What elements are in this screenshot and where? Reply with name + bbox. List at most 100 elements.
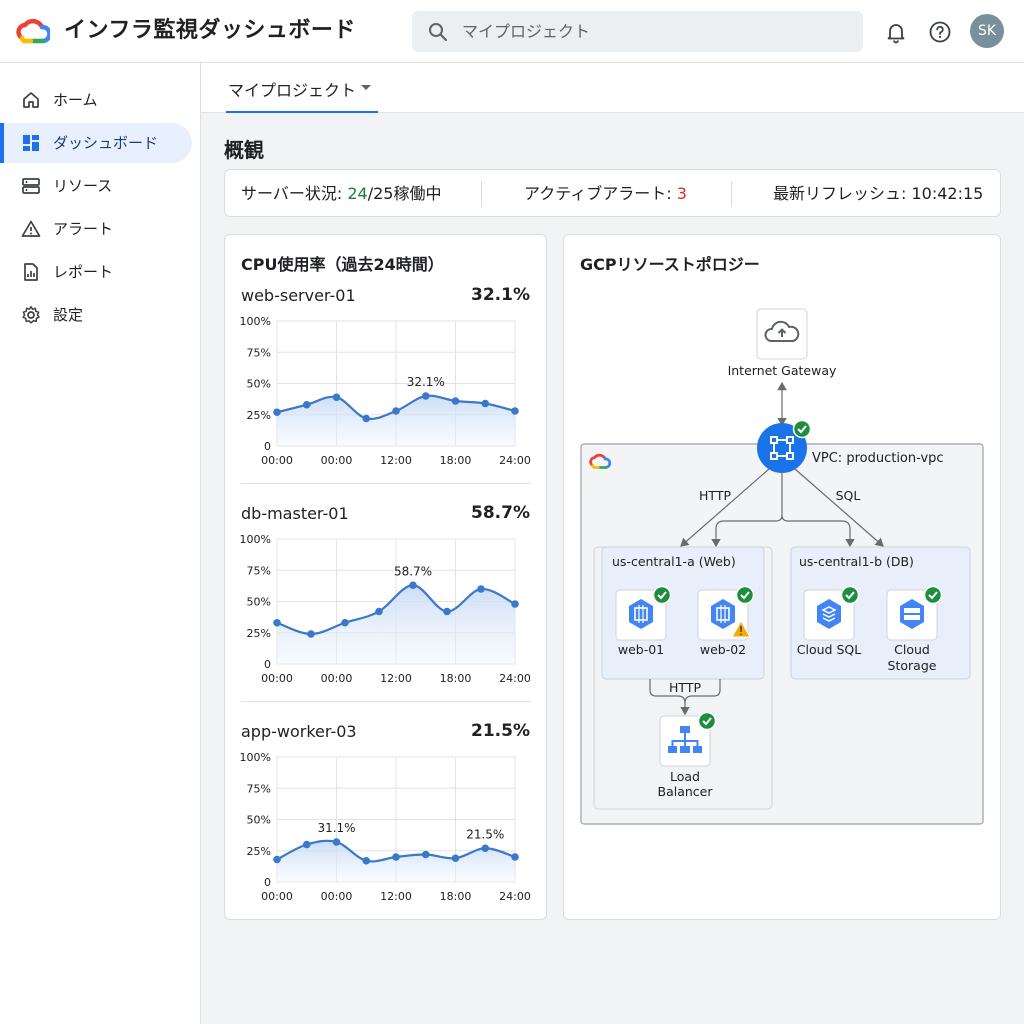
data-point[interactable] <box>273 408 281 417</box>
data-point[interactable] <box>392 853 400 861</box>
home-icon <box>23 92 39 108</box>
data-point[interactable] <box>421 392 430 400</box>
y-tick-label: 75% <box>247 346 271 359</box>
status-summary-bar: サーバー状況: 24/25稼働中 アクティブアラート: 3 最新リフレッシュ: … <box>224 169 1001 217</box>
y-tick-label: 75% <box>247 782 271 795</box>
sidebar-item-reports[interactable]: レポート <box>0 252 192 292</box>
y-tick-label: 0 <box>264 440 271 453</box>
internet-gateway-label: Internet Gateway <box>728 363 837 378</box>
x-tick-label: 12:00 <box>380 890 412 903</box>
web-02-label: web-02 <box>700 642 746 657</box>
vpc-label: VPC: production-vpc <box>812 451 944 466</box>
data-point[interactable] <box>511 600 519 608</box>
dashboard-icon <box>23 135 39 151</box>
search-icon <box>429 23 448 42</box>
cpu-line-chart-app-worker-03: 100%75%50%25%000:00 00:00 12:00 18:00 24:003… <box>240 751 531 903</box>
project-selector-tab[interactable]: マイプロジェクト <box>226 63 378 113</box>
status-ok-icon <box>697 711 717 731</box>
web-01-label: web-01 <box>618 642 664 657</box>
x-tick-label: 18:00 <box>440 890 472 903</box>
data-point[interactable] <box>511 407 519 415</box>
data-point[interactable] <box>375 607 383 616</box>
x-tick-label: 24:00 <box>499 890 531 903</box>
sidebar-item-resources[interactable]: リソース <box>0 166 192 206</box>
cpu-usage-card: CPU使用率（過去24時間） web-server-01 32.1% 100% 7… <box>224 234 547 920</box>
status-ok-icon <box>923 585 943 605</box>
data-point[interactable] <box>362 856 371 865</box>
data-point[interactable] <box>273 618 281 627</box>
server-cpu-value: 21.5% <box>471 721 530 741</box>
data-point[interactable] <box>443 607 451 616</box>
lb-link-label-http: HTTP <box>669 680 701 695</box>
link-label-sql: SQL <box>836 488 861 503</box>
x-tick-label: 24:00 <box>499 454 531 467</box>
x-tick-label: 00:00 <box>321 454 353 467</box>
data-label: 32.1% <box>407 375 445 389</box>
divider <box>241 483 531 484</box>
server-cpu-value: 32.1% <box>471 285 530 305</box>
server-cpu-value: 58.7% <box>471 503 530 523</box>
data-point[interactable] <box>421 850 430 859</box>
data-point[interactable] <box>451 854 460 863</box>
report-icon <box>24 263 38 281</box>
data-point[interactable] <box>481 399 490 408</box>
sidebar: ホーム ダッシュボード リソース アラート レポート 設定 <box>0 63 201 1024</box>
server-status: サーバー状況: 24/25稼働中 <box>241 183 441 205</box>
data-point[interactable] <box>392 407 400 415</box>
data-label: 58.7% <box>394 564 432 578</box>
data-point[interactable] <box>477 585 485 593</box>
x-tick-label: 00:00 <box>321 672 353 685</box>
data-point[interactable] <box>362 414 371 423</box>
sidebar-item-settings[interactable]: 設定 <box>0 295 192 335</box>
load-balancer-label: Balancer <box>658 784 714 799</box>
x-tick-label: 18:00 <box>440 454 472 467</box>
status-ok-icon <box>792 419 812 439</box>
help-icon[interactable] <box>928 20 952 44</box>
zone-db-label: us-central1-b (DB) <box>799 554 914 569</box>
y-tick-label: 50% <box>247 814 271 827</box>
data-point[interactable] <box>481 844 490 853</box>
sidebar-item-label: 設定 <box>53 306 84 324</box>
zone-web-label: us-central1-a (Web) <box>612 554 736 569</box>
gear-icon <box>22 306 40 324</box>
sidebar-item-home[interactable]: ホーム <box>0 80 192 120</box>
y-tick-label: 0 <box>264 876 271 889</box>
server-name: web-server-01 <box>241 286 356 305</box>
data-point[interactable] <box>341 618 349 627</box>
server-total: /25稼働中 <box>367 184 442 203</box>
sidebar-item-alerts[interactable]: アラート <box>0 209 192 249</box>
data-label: 31.1% <box>317 821 355 835</box>
sidebar-item-label: レポート <box>53 263 114 281</box>
data-label: 21.5% <box>466 827 504 841</box>
x-tick-label: 18:00 <box>440 672 472 685</box>
cpu-card-title: CPU使用率（過去24時間） <box>241 255 444 274</box>
sidebar-item-label: リソース <box>53 177 113 195</box>
bell-icon[interactable] <box>884 20 908 44</box>
status-ok-icon <box>652 585 672 605</box>
cloud-storage-label: Cloud <box>894 642 930 657</box>
data-point[interactable] <box>332 393 341 402</box>
internet-gateway-node[interactable] <box>756 308 808 360</box>
sidebar-item-dashboard[interactable]: ダッシュボード <box>0 123 192 163</box>
active-alerts[interactable]: アクティブアラート: 3 <box>524 183 687 205</box>
app-title: インフラ監視ダッシュボード <box>64 18 356 43</box>
data-point[interactable] <box>307 630 315 638</box>
data-point[interactable] <box>302 840 311 849</box>
y-tick-label: 0 <box>264 658 271 671</box>
data-point[interactable] <box>409 581 417 590</box>
x-tick-label: 00:00 <box>261 454 293 467</box>
search-bar[interactable] <box>412 11 863 52</box>
data-point[interactable] <box>332 838 341 846</box>
project-selector-label: マイプロジェクト <box>228 81 357 100</box>
data-point[interactable] <box>273 855 281 864</box>
topology-diagram: Internet Gateway VPC: production-vpc HTT… <box>580 308 984 825</box>
server-name: app-worker-03 <box>241 722 357 741</box>
y-tick-label: 75% <box>247 564 271 577</box>
data-point[interactable] <box>302 400 311 409</box>
data-point[interactable] <box>511 853 519 861</box>
search-input[interactable] <box>462 11 852 52</box>
data-point[interactable] <box>451 397 460 405</box>
sidebar-item-label: ホーム <box>53 91 98 109</box>
avatar[interactable]: SK <box>970 14 1004 48</box>
sidebar-item-label: ダッシュボード <box>53 134 159 152</box>
